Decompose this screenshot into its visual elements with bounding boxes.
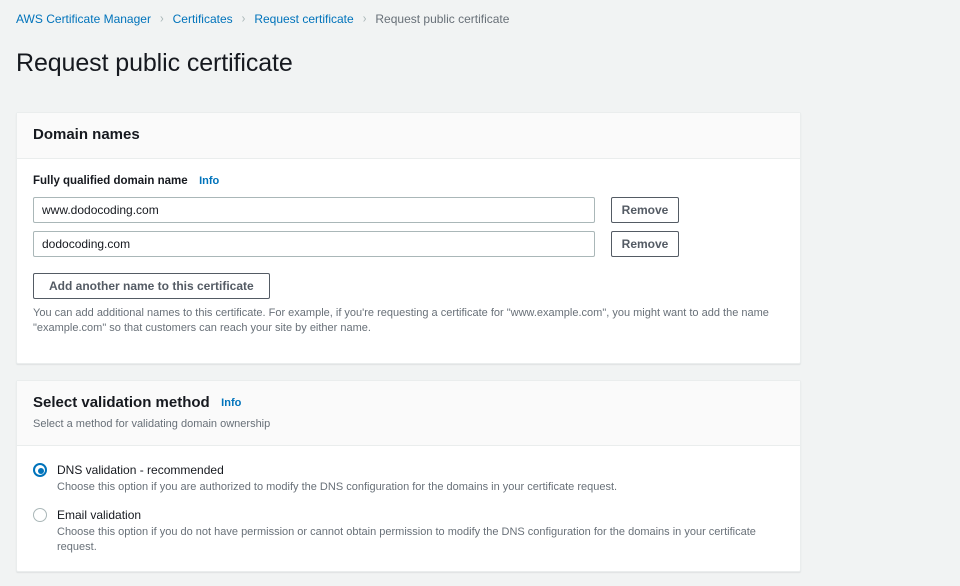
breadcrumb-separator-icon: › — [362, 12, 367, 26]
domain-input-row: Remove — [33, 196, 784, 223]
domain-name-input-1[interactable] — [33, 196, 595, 223]
radio-label-email-validation[interactable]: Email validation — [57, 507, 784, 523]
fqdn-label-row: Fully qualified domain name Info — [33, 173, 784, 191]
breadcrumb-item-aws-certificate-manager[interactable]: AWS Certificate Manager — [16, 11, 151, 27]
radio-description-email-validation: Choose this option if you do not have pe… — [57, 525, 756, 553]
validation-method-card-body: DNS validation - recommended Choose this… — [17, 446, 800, 571]
page-title: Request public certificate — [16, 48, 293, 77]
validation-method-card: Select validation method Info Select a m… — [16, 379, 801, 572]
domain-names-card: Domain names Fully qualified domain name… — [16, 111, 801, 364]
radio-description-dns-validation: Choose this option if you are authorized… — [57, 480, 618, 493]
fqdn-label: Fully qualified domain name — [33, 175, 188, 188]
add-another-name-button[interactable]: Add another name to this certificate — [33, 272, 270, 299]
breadcrumb-item-request-certificate[interactable]: Request certificate — [254, 11, 353, 27]
breadcrumb: AWS Certificate Manager › Certificates ›… — [0, 0, 960, 28]
domain-names-card-header: Domain names — [17, 112, 800, 159]
fqdn-info-link[interactable]: Info — [199, 175, 219, 187]
breadcrumb-separator-icon: › — [241, 12, 246, 26]
radio-button-dns-validation[interactable] — [33, 462, 47, 477]
form-content: Domain names Fully qualified domain name… — [0, 95, 817, 586]
radio-item-dns-validation[interactable]: DNS validation - recommended Choose this… — [33, 462, 784, 495]
domain-names-title: Domain names — [33, 125, 140, 143]
radio-button-email-validation[interactable] — [33, 507, 47, 522]
domain-names-help-text: You can add additional names to this cer… — [33, 306, 769, 334]
remove-domain-button-2[interactable]: Remove — [611, 230, 679, 257]
validation-method-info-link[interactable]: Info — [221, 397, 241, 409]
validation-method-radio-group: DNS validation - recommended Choose this… — [33, 460, 784, 555]
domain-names-card-body: Fully qualified domain name Info Remove … — [17, 159, 800, 363]
breadcrumb-item-request-public-certificate: Request public certificate — [375, 12, 510, 26]
breadcrumb-separator-icon: › — [159, 12, 164, 26]
radio-item-email-validation[interactable]: Email validation Choose this option if y… — [33, 507, 784, 555]
radio-text-dns-validation: DNS validation - recommended Choose this… — [57, 462, 617, 495]
validation-method-description: Select a method for validating domain ow… — [33, 417, 271, 430]
validation-method-card-header: Select validation method Info Select a m… — [17, 380, 800, 446]
remove-domain-button-1[interactable]: Remove — [611, 196, 679, 223]
domain-input-row: Remove — [33, 230, 784, 257]
radio-label-dns-validation[interactable]: DNS validation - recommended — [57, 462, 617, 478]
breadcrumb-item-certificates[interactable]: Certificates — [173, 11, 233, 27]
validation-method-title: Select validation method — [33, 393, 210, 411]
domain-name-input-2[interactable] — [33, 230, 595, 257]
radio-text-email-validation: Email validation Choose this option if y… — [57, 507, 784, 555]
